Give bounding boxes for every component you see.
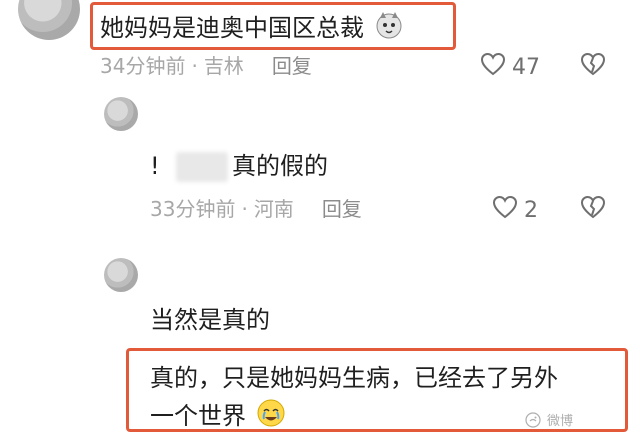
like-button-2[interactable]: 2 (492, 195, 538, 225)
avatar-image (104, 97, 138, 131)
reply-3-text-line2-content: 一个世界 (150, 402, 246, 430)
comment-1-meta: 34分钟前 · 吉林 回复 (100, 54, 312, 78)
separator-dot: · (241, 197, 248, 221)
like-count-2: 2 (524, 197, 538, 223)
comment-1-text-content: 她妈妈是迪奥中国区总裁 (100, 14, 364, 42)
reply-1-text-prefix: ! (150, 152, 160, 180)
reply-2-text: 当然是真的 (150, 304, 270, 336)
comment-1-text: 她妈妈是迪奥中国区总裁 (100, 10, 404, 44)
weibo-icon (525, 411, 541, 428)
like-count-1: 47 (512, 54, 540, 80)
avatar-image (104, 258, 138, 292)
reply-1-meta: 33分钟前 · 河南 回复 (150, 197, 362, 221)
comment-1-location: 吉林 (203, 54, 244, 78)
broken-heart-icon (580, 52, 606, 80)
reply-button-1[interactable]: 回复 (272, 54, 312, 78)
watermark: 微博 (525, 410, 573, 429)
dislike-button-2[interactable] (580, 195, 606, 223)
reply-1-text: ! (150, 150, 160, 182)
reply-3-text-line1-content: 真的，只是她妈妈生病，已经去了另外 (150, 364, 558, 392)
crying-face-emoji-icon (256, 398, 286, 428)
avatar-reply-1[interactable] (104, 97, 138, 131)
reply-1-location: 河南 (253, 197, 294, 221)
reply-3-text-line2: 一个世界 (150, 398, 286, 432)
avatar-top[interactable] (18, 0, 80, 40)
heart-outline-icon (492, 195, 518, 225)
heart-outline-icon (480, 52, 506, 82)
avatar-image (18, 0, 80, 40)
reply-2-text-content: 当然是真的 (150, 306, 270, 334)
watermark-text: 微博 (547, 414, 574, 429)
dislike-button-1[interactable] (580, 52, 606, 80)
separator-dot: · (191, 54, 198, 78)
reply-3-text-line1: 真的，只是她妈妈生病，已经去了另外 (150, 362, 558, 394)
reply-1-text-content: 真的假的 (232, 152, 328, 180)
obscured-username (176, 152, 228, 182)
broken-heart-icon (580, 195, 606, 223)
avatar-reply-2[interactable] (104, 258, 138, 292)
like-button-1[interactable]: 47 (480, 52, 540, 82)
dog-face-emoji-icon (374, 10, 404, 40)
reply-button-2[interactable]: 回复 (322, 197, 362, 221)
reply-1-text-suffix: 真的假的 (232, 150, 328, 182)
comment-1-time: 34分钟前 (100, 54, 186, 78)
reply-1-time: 33分钟前 (150, 197, 236, 221)
